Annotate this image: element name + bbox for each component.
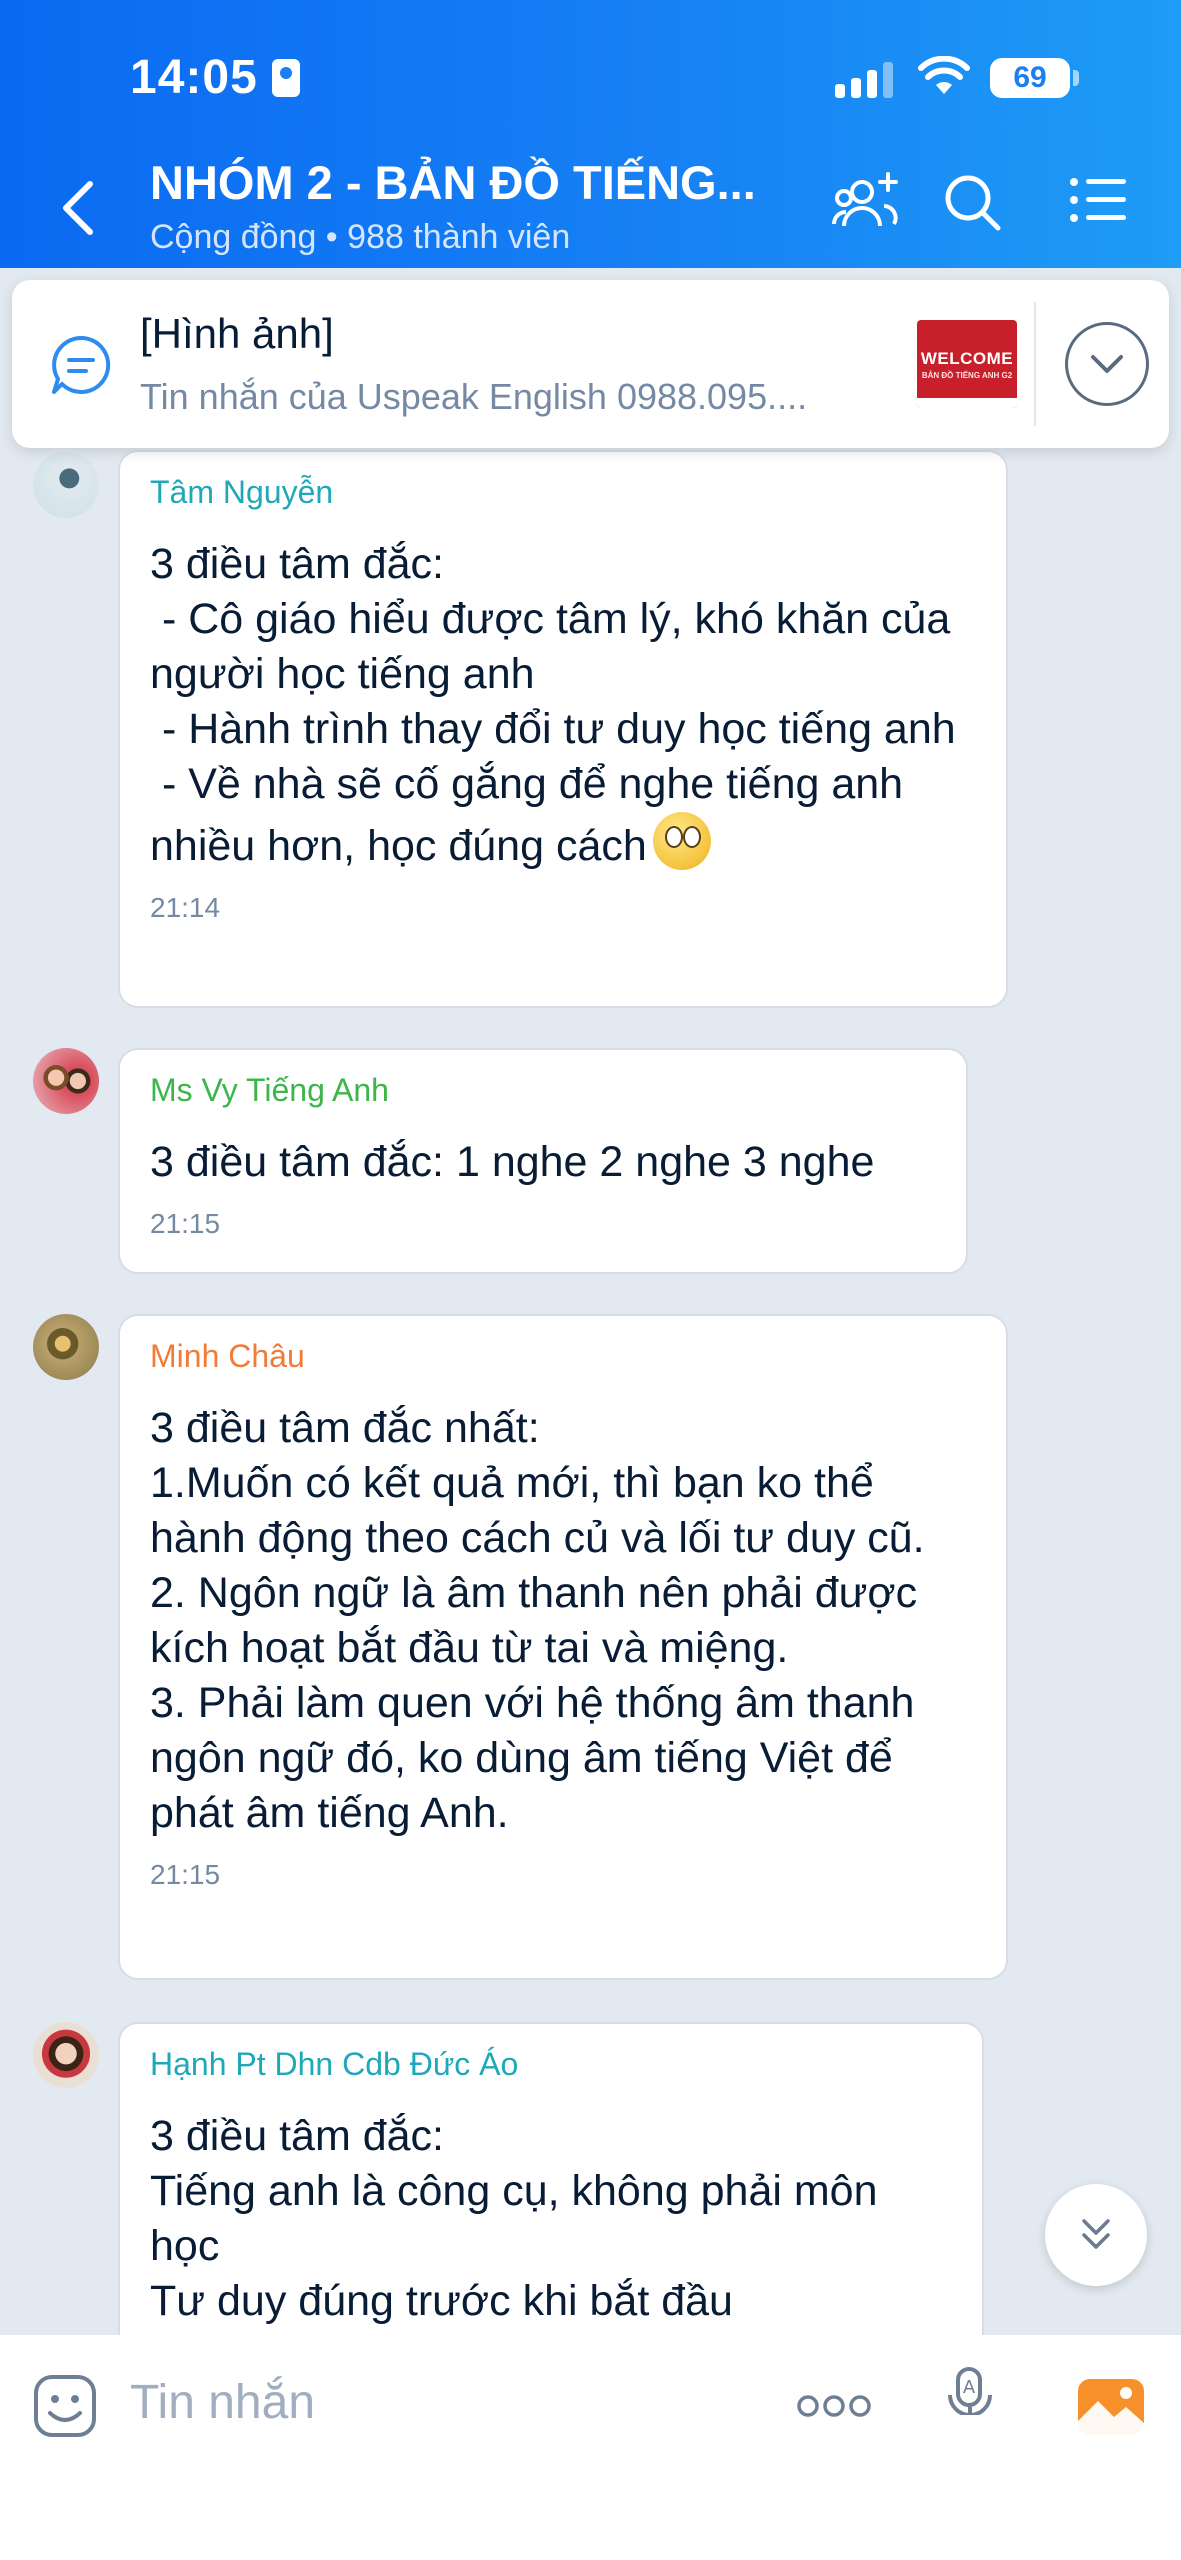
avatar[interactable] (33, 2022, 99, 2088)
message-body: 3 điều tâm đắc: - Cô giáo hiểu được tâm … (150, 540, 956, 870)
battery-icon: 69 (990, 58, 1070, 98)
message-bubble[interactable]: Minh Châu 3 điều tâm đắc nhất: 1.Muốn có… (118, 1314, 1008, 1980)
double-chevron-down-icon (1082, 2219, 1110, 2249)
battery-tip (1073, 70, 1079, 86)
pinned-message-banner[interactable]: [Hình ảnh] Tin nhắn của Uspeak English 0… (12, 280, 1169, 448)
message-time: 21:14 (150, 892, 221, 923)
message-input[interactable]: Tin nhắn (130, 2375, 315, 2430)
message-bubble[interactable]: Ms Vy Tiếng Anh 3 điều tâm đắc: 1 nghe 2… (118, 1048, 968, 1274)
wifi-icon (918, 56, 970, 94)
avatar[interactable] (33, 1314, 99, 1380)
expand-pinned-button[interactable] (1065, 322, 1149, 406)
chat-title[interactable]: NHÓM 2 - BẢN ĐỒ TIẾNG... (150, 155, 790, 210)
status-time: 14:05 (130, 50, 300, 105)
sender-name[interactable]: Tâm Nguyễn (150, 474, 976, 511)
pinned-message-icon (52, 335, 111, 394)
sender-name[interactable]: Hạnh Pt Dhn Cdb Đức Áo (150, 2046, 952, 2083)
battery-level: 69 (1013, 61, 1047, 94)
more-icon[interactable] (796, 2391, 872, 2421)
divider (1034, 302, 1036, 426)
sender-name[interactable]: Minh Châu (150, 1338, 976, 1375)
thumbnail-title: WELCOME (920, 348, 1014, 368)
avatar[interactable] (33, 1048, 99, 1114)
image-icon[interactable] (1076, 2371, 1146, 2437)
back-icon[interactable] (58, 180, 98, 236)
clock-text: 14:05 (130, 51, 258, 104)
message-text: 3 điều tâm đắc nhất: 1.Muốn có kết quả m… (150, 1404, 925, 1837)
message-input-bar: Tin nhắn A (0, 2335, 1181, 2560)
menu-icon[interactable] (1068, 170, 1128, 230)
message-bubble[interactable]: Tâm Nguyễn 3 điều tâm đắc: - Cô giáo hiể… (118, 450, 1008, 1008)
chat-header: 14:05 69 NHÓM 2 - BẢN ĐỒ TIẾNG... Cộng đ… (0, 0, 1181, 268)
pinned-thumbnail[interactable]: WELCOME BẢN ĐỒ TIẾNG ANH G2 (917, 320, 1017, 408)
search-icon[interactable] (940, 170, 1004, 234)
sticker-icon[interactable] (32, 2373, 98, 2439)
message-text: 3 điều tâm đắc: - Cô giáo hiểu được tâm … (150, 537, 976, 874)
message-time: 21:15 (150, 1859, 221, 1890)
status-bar: 14:05 69 (0, 0, 1181, 150)
avatar[interactable] (33, 452, 99, 518)
add-member-icon[interactable] (832, 170, 902, 234)
message-time: 21:15 (150, 1208, 221, 1239)
pinned-title: [Hình ảnh] (140, 310, 334, 357)
chat-subtitle[interactable]: Cộng đồng • 988 thành viên (150, 218, 570, 257)
id-card-icon (271, 58, 300, 97)
sender-name[interactable]: Ms Vy Tiếng Anh (150, 1072, 936, 1109)
message-text: 3 điều tâm đắc: Tiếng anh là công cụ, kh… (150, 2112, 878, 2325)
smile-emoji-icon (652, 812, 711, 870)
scroll-to-bottom-button[interactable] (1045, 2184, 1147, 2286)
svg-text:A: A (963, 2377, 976, 2398)
pinned-subtitle: Tin nhắn của Uspeak English 0988.095.... (140, 376, 808, 417)
voice-icon[interactable]: A (942, 2335, 998, 2415)
cellular-signal-icon (835, 62, 893, 98)
thumbnail-subtitle: BẢN ĐỒ TIẾNG ANH G2 (921, 370, 1013, 380)
chevron-down-icon (1091, 355, 1123, 373)
message-text: 3 điều tâm đắc: 1 nghe 2 nghe 3 nghe (150, 1138, 875, 1186)
thumbnail-bar (917, 398, 1017, 408)
